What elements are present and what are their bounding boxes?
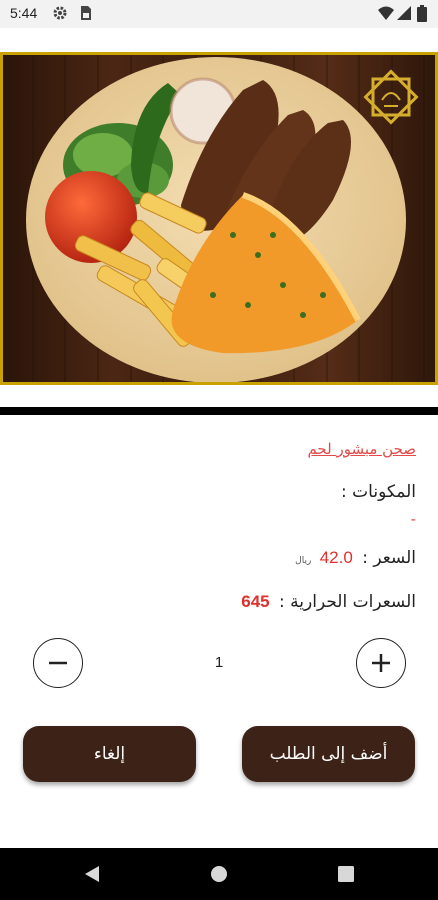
battery-icon xyxy=(417,5,427,27)
cancel-button[interactable]: إلغاء xyxy=(23,726,196,782)
price-row: السعر : 42.0 ريال xyxy=(295,548,416,568)
currency-label: ريال xyxy=(295,556,312,566)
calories-row: السعرات الحرارية : 645 xyxy=(241,592,416,612)
calories-value: 645 xyxy=(241,592,270,611)
dish-image xyxy=(0,52,438,385)
logo-emblem-icon xyxy=(363,69,419,125)
status-time: 5:44 xyxy=(10,5,38,21)
navigation-bar xyxy=(0,848,438,900)
add-to-order-button[interactable]: أضف إلى الطلب xyxy=(242,726,415,782)
settings-icon xyxy=(52,5,68,26)
back-icon[interactable] xyxy=(84,865,100,887)
increase-quantity-button[interactable] xyxy=(356,638,406,688)
status-bar: 5:44 xyxy=(0,0,438,28)
price-label: السعر : xyxy=(362,548,416,568)
recents-icon[interactable] xyxy=(338,866,354,886)
dish-name[interactable]: صحن مبشور لحم xyxy=(307,440,416,458)
home-icon[interactable] xyxy=(210,865,228,887)
quantity-value: 1 xyxy=(214,654,224,671)
wifi-icon xyxy=(378,5,394,26)
divider xyxy=(0,407,438,415)
calories-label: السعرات الحرارية : xyxy=(279,592,416,612)
ingredients-value: - xyxy=(410,510,416,528)
decrease-quantity-button[interactable] xyxy=(33,638,83,688)
price-value: 42.0 xyxy=(319,548,353,567)
signal-icon xyxy=(397,5,411,26)
sim-card-icon xyxy=(78,5,92,26)
ingredients-label: المكونات : xyxy=(341,482,416,502)
